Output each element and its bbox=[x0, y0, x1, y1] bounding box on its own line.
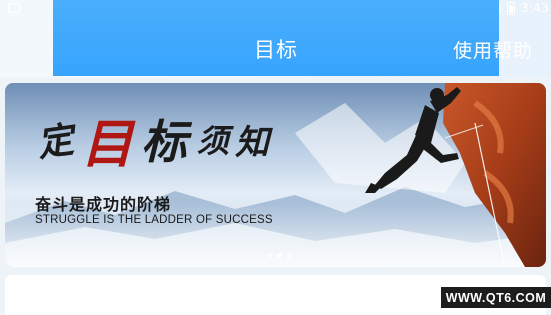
headline-char: 目 bbox=[81, 113, 134, 175]
battery-icon bbox=[506, 1, 515, 15]
notification-icon bbox=[8, 3, 20, 13]
clock: 3:43 bbox=[520, 1, 549, 15]
slogan-english: STRUGGLE IS THE LADDER OF SUCCESS bbox=[35, 214, 273, 226]
carousel-dot[interactable] bbox=[267, 253, 272, 258]
help-button[interactable]: 使用帮助 bbox=[453, 36, 533, 63]
title-bar: 目标 bbox=[53, 0, 499, 76]
carousel-indicator bbox=[267, 253, 292, 258]
page-title: 目标 bbox=[254, 38, 298, 62]
site-watermark: WWW.QT6.COM bbox=[441, 287, 551, 308]
slogan-chinese: 奋斗是成功的阶梯 bbox=[35, 195, 172, 214]
headline-char: 知 bbox=[235, 122, 270, 163]
carousel-dot[interactable] bbox=[277, 253, 282, 258]
banner-headline: 定 目 标 须 知 bbox=[34, 109, 270, 175]
headline-char: 标 bbox=[141, 115, 188, 169]
banner-carousel[interactable]: 定 目 标 须 知 奋斗是成功的阶梯 STRUGGLE IS THE LADDE… bbox=[5, 83, 546, 267]
headline-char: 须 bbox=[197, 122, 230, 160]
carousel-dot[interactable] bbox=[287, 253, 292, 258]
headline-char: 定 bbox=[34, 118, 77, 166]
